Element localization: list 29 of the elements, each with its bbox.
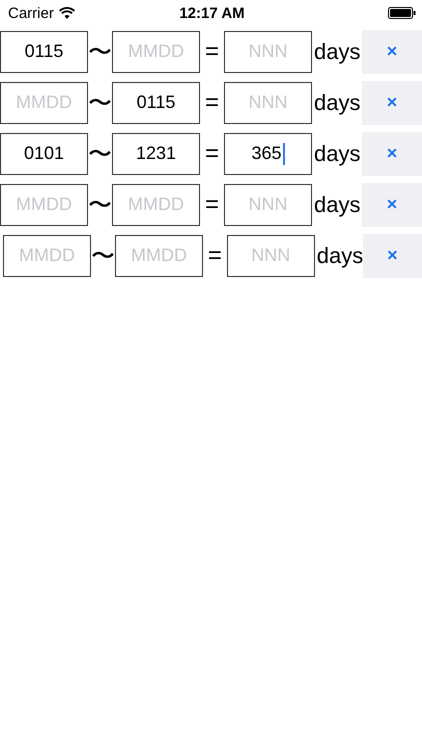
clock-time: 12:17 AM — [179, 4, 245, 22]
tilde-separator: 〜 — [91, 242, 115, 272]
input-field[interactable]: 1231 — [112, 132, 200, 174]
clear-button[interactable]: × — [362, 30, 422, 74]
days-label: days — [313, 90, 360, 116]
equals-sign: = — [204, 140, 220, 168]
days-label: days — [313, 140, 360, 166]
input-field[interactable]: 0101 — [0, 132, 88, 174]
clear-button[interactable]: × — [362, 132, 422, 176]
clear-button[interactable]: × — [362, 80, 422, 124]
tilde-separator: 〜 — [88, 190, 112, 220]
equals-sign: = — [206, 242, 223, 270]
days-label: days — [313, 38, 360, 64]
tilde-separator: 〜 — [88, 88, 112, 118]
equals-sign: = — [204, 190, 220, 218]
clear-button[interactable]: × — [362, 234, 422, 278]
equals-sign: = — [204, 38, 220, 66]
battery-icon — [388, 7, 416, 19]
tilde-separator: 〜 — [88, 38, 112, 68]
days-label: days — [316, 242, 363, 268]
equals-sign: = — [204, 88, 220, 116]
wifi-icon — [58, 7, 75, 19]
input-field[interactable]: 0115 — [112, 82, 200, 124]
clear-button[interactable]: × — [362, 182, 422, 226]
tilde-separator: 〜 — [88, 140, 112, 170]
days-label: days — [313, 192, 360, 218]
input-field[interactable]: 365 — [224, 132, 312, 174]
carrier-label: Carrier — [8, 4, 54, 22]
input-field[interactable]: 0115 — [0, 30, 88, 72]
